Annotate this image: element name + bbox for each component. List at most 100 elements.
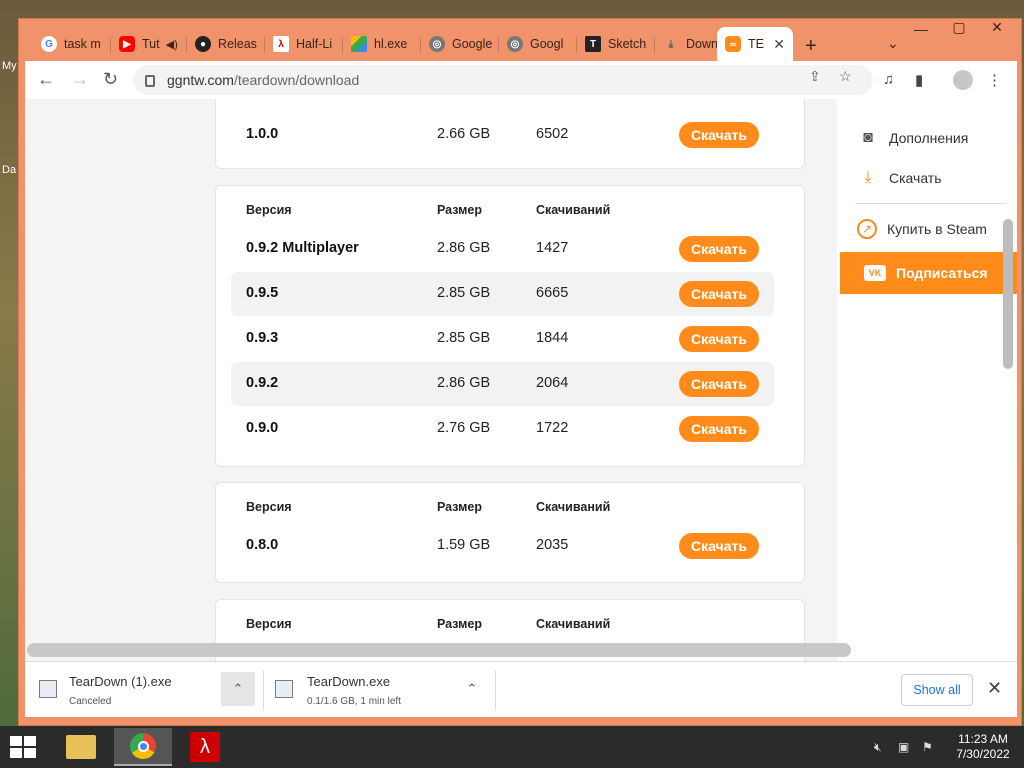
reload-icon[interactable]: ↻ <box>103 69 118 90</box>
new-tab-button[interactable]: + <box>805 36 817 56</box>
profile-avatar-icon[interactable] <box>953 70 973 90</box>
download-item[interactable]: TearDown (1).exe Canceled ⌃ <box>25 662 265 718</box>
volume-muted-icon[interactable]: 🔇︎ <box>874 740 882 755</box>
vk-icon: VK <box>864 265 886 281</box>
maximize-icon[interactable]: ▢ <box>939 19 979 36</box>
media-control-icon[interactable]: ♫ <box>883 71 894 88</box>
github-icon: ● <box>195 36 211 52</box>
desktop-icon-label[interactable]: My <box>2 60 17 72</box>
desktop-left-strip: My Da <box>0 0 20 730</box>
sidebar-item-buy-steam[interactable]: ↗ Купить в Steam <box>857 219 987 239</box>
download-status: 0.1/1.6 GB, 1 min left <box>307 696 401 707</box>
share-icon[interactable]: ⇪ <box>809 68 821 85</box>
version-cell: 0.8.0 <box>246 537 279 553</box>
file-icon <box>275 680 293 698</box>
download-button[interactable]: Скачать <box>679 122 759 148</box>
download-button[interactable]: Скачать <box>679 326 759 352</box>
download-status: Canceled <box>69 696 112 707</box>
sidebar-item-download[interactable]: ⤓ Скачать <box>857 167 941 189</box>
close-shelf-icon[interactable]: ✕ <box>987 678 1002 699</box>
table-row: 1.0.0 2.66 GB 6502 Скачать <box>231 113 774 157</box>
audio-icon[interactable]: ◀) <box>166 38 178 51</box>
globe-icon: ◎ <box>429 36 445 52</box>
tab-label: Half-Li <box>296 37 333 51</box>
column-header-downloads: Скачиваний <box>536 500 611 514</box>
subscribe-button[interactable]: VK Подписаться <box>840 252 1017 294</box>
tab[interactable]: ◎ Googl <box>499 29 575 59</box>
file-icon <box>39 680 57 698</box>
clock-date: 7/30/2022 <box>956 747 1010 761</box>
close-tab-icon[interactable]: ✕ <box>773 36 785 53</box>
forward-arrow-icon[interactable]: → <box>71 69 89 90</box>
browser-toolbar: ← → ↻ ggntw.com/teardown/download ⇪ ☆ ♫ … <box>25 61 1017 99</box>
notification-icon[interactable]: ⚑ <box>922 740 933 754</box>
size-cell: 2.76 GB <box>437 420 491 436</box>
network-icon[interactable]: ▣ <box>898 740 909 754</box>
download-button[interactable]: Скачать <box>679 371 759 397</box>
tab[interactable]: T Sketch <box>577 29 653 59</box>
version-card: Версия Размер Скачиваний 0.9.2 Multiplay… <box>215 185 805 467</box>
clock-time: 11:23 AM <box>958 732 1008 746</box>
tab-label: TE <box>748 37 764 51</box>
downloads-shelf: TearDown (1).exe Canceled ⌃ TearDown.exe… <box>25 661 1017 717</box>
more-menu-icon[interactable]: ⋮ <box>987 71 1002 89</box>
clock[interactable]: 11:23 AM 7/30/2022 <box>948 732 1018 762</box>
close-window-icon[interactable]: ✕ <box>977 19 1017 36</box>
size-cell: 2.85 GB <box>437 285 491 301</box>
show-all-button[interactable]: Show all <box>901 674 973 706</box>
tab[interactable]: ◎ Google <box>421 29 497 59</box>
address-bar[interactable]: ggntw.com/teardown/download <box>133 65 873 95</box>
column-header-size: Размер <box>437 500 483 514</box>
tab[interactable]: λ Half-Li <box>265 29 341 59</box>
half-life-icon: λ <box>273 36 289 52</box>
tab-active[interactable]: ∞ TE ✕ <box>717 27 793 61</box>
size-cell: 2.86 GB <box>437 240 491 256</box>
lock-icon <box>145 75 155 87</box>
download-item[interactable]: TearDown.exe 0.1/1.6 GB, 1 min left ⌃ <box>259 662 499 718</box>
download-button[interactable]: Скачать <box>679 281 759 307</box>
version-cell: 0.9.5 <box>246 285 279 301</box>
table-row: 0.9.3 2.85 GB 1844 Скачать <box>231 317 774 361</box>
downloads-cell: 2064 <box>536 375 569 391</box>
tab[interactable]: G task m <box>33 29 109 59</box>
sidebar-item-addons[interactable]: ◙ Дополнения <box>857 127 968 149</box>
url-path: /teardown/download <box>233 72 360 88</box>
table-row: 0.9.0 2.76 GB 1722 Скачать <box>231 407 774 451</box>
tab-label: Sketch <box>608 37 647 51</box>
chevron-up-icon[interactable]: ⌃ <box>221 672 255 706</box>
tab-label: hl.exe <box>374 37 408 51</box>
column-header-size: Размер <box>437 203 483 217</box>
sidebar-item-label: Купить в Steam <box>887 221 987 237</box>
tab[interactable]: hl.exe <box>343 29 419 59</box>
bookmark-star-icon[interactable]: ☆ <box>839 68 852 85</box>
chevron-down-icon[interactable]: ⌄ <box>887 35 899 52</box>
horizontal-scrollbar[interactable] <box>27 643 851 657</box>
side-panel-icon[interactable]: ▮ <box>915 71 923 89</box>
tab[interactable]: ● Releas <box>187 29 263 59</box>
back-arrow-icon[interactable]: ← <box>37 69 55 90</box>
downloads-cell: 1427 <box>536 240 569 256</box>
google-icon: G <box>41 36 57 52</box>
version-cell: 1.0.0 <box>246 126 279 142</box>
column-header-downloads: Скачиваний <box>536 617 611 631</box>
desktop-icon-label[interactable]: Da <box>2 164 16 176</box>
tab-label: Downl <box>686 37 721 51</box>
drive-icon <box>351 36 367 52</box>
chrome-icon[interactable] <box>114 728 172 766</box>
tab[interactable]: ▶ Tut ◀) <box>111 29 185 59</box>
minimize-icon[interactable]: — <box>901 21 941 37</box>
download-button[interactable]: Скачать <box>679 236 759 262</box>
file-explorer-icon[interactable] <box>52 728 110 766</box>
column-header-size: Размер <box>437 617 483 631</box>
chevron-up-icon[interactable]: ⌃ <box>455 672 489 706</box>
divider <box>855 203 1007 204</box>
download-filename: TearDown (1).exe <box>69 674 172 689</box>
vertical-scrollbar[interactable] <box>1003 219 1013 369</box>
browser-window: G task m ▶ Tut ◀) ● Releas λ Half-Li hl.… <box>18 18 1022 726</box>
half-life-icon[interactable]: λ <box>176 728 234 766</box>
download-button[interactable]: Скачать <box>679 416 759 442</box>
tab-label: Google <box>452 37 493 51</box>
download-button[interactable]: Скачать <box>679 533 759 559</box>
windows-start-icon[interactable] <box>10 736 36 758</box>
gamepad-icon: ◙ <box>863 129 873 146</box>
